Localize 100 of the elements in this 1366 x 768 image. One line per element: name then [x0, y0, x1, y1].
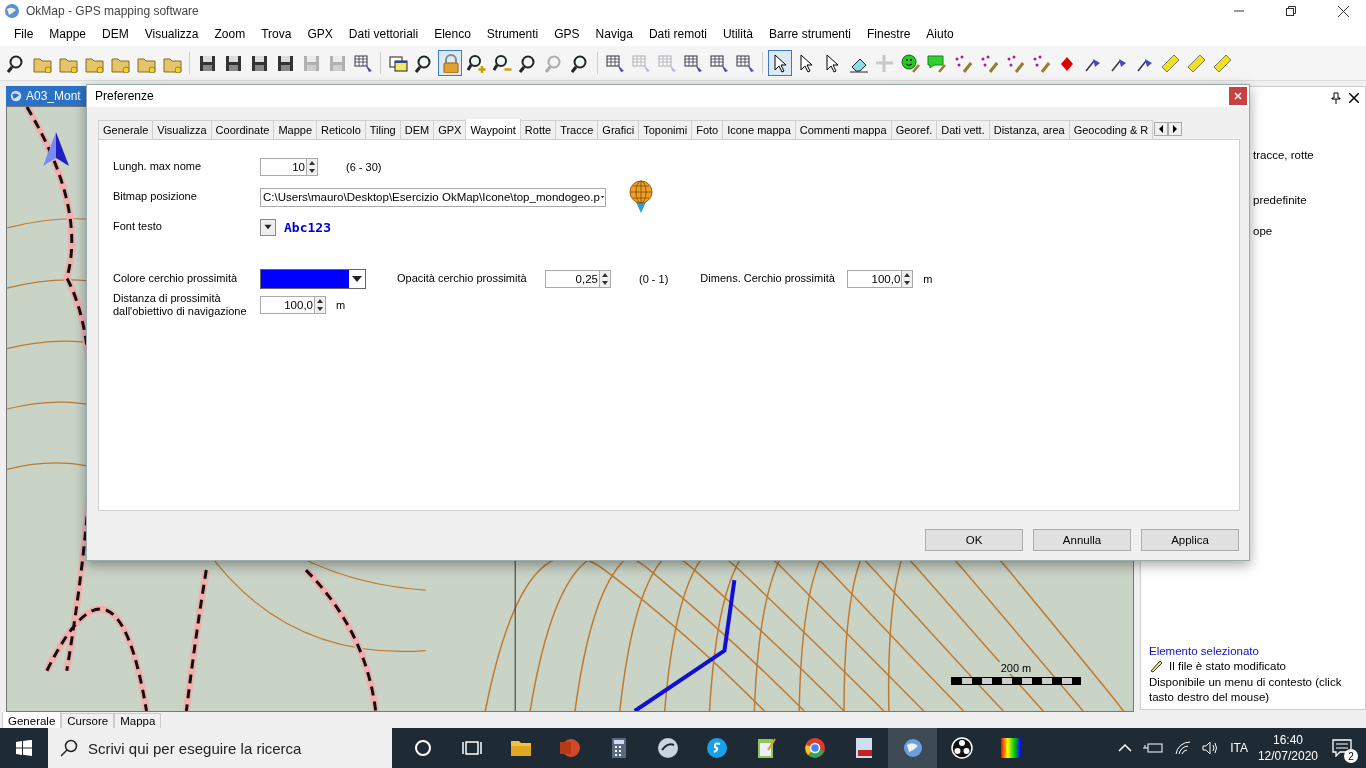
spin-up-icon[interactable]: [902, 271, 913, 279]
spin-down-icon[interactable]: [600, 279, 610, 287]
chevron-up-icon[interactable]: [1118, 743, 1133, 753]
toolbar-button[interactable]: [768, 50, 792, 76]
dialog-button[interactable]: Annulla: [1033, 529, 1131, 551]
document-tab[interactable]: A03_Mont: [6, 86, 89, 106]
status-text: Disponibile un menu di contesto (click tasto destro del mouse): [1149, 675, 1343, 705]
menu-item[interactable]: Finestre: [859, 27, 919, 41]
field-label: Distanza di prossimità dall'obiettivo di navigazione: [113, 292, 248, 319]
table-icon: [605, 53, 625, 73]
chat-bubble-icon: [704, 736, 729, 760]
tab[interactable]: Tiling: [364, 120, 401, 139]
scroll-left-button[interactable]: [1154, 122, 1169, 136]
tab[interactable]: Icone mappa: [722, 120, 796, 139]
spin-down-icon[interactable]: [902, 279, 913, 287]
menu-item[interactable]: Utilità: [714, 27, 761, 41]
field-label: Lungh. max nome: [113, 160, 203, 174]
clock-date: 12/07/2020: [1257, 748, 1318, 765]
menu-item[interactable]: GPS: [546, 27, 588, 41]
menu-item[interactable]: DEM: [94, 27, 137, 41]
notifications-button[interactable]: 2: [1328, 736, 1356, 760]
ruler-icon: [1186, 53, 1206, 73]
zoom-in-icon: [466, 53, 486, 73]
dialog-button[interactable]: Applica: [1141, 529, 1239, 551]
field-hint: m: [923, 273, 933, 285]
globe-pin-icon: [628, 180, 654, 214]
menu-item[interactable]: GPX: [299, 27, 341, 41]
restore-icon: [1286, 6, 1296, 16]
left-arrow-icon: [1158, 125, 1165, 133]
table-icon: [683, 53, 703, 73]
status-title: Elemento selezionato: [1149, 645, 1260, 658]
number-field[interactable]: 100,0: [847, 270, 902, 288]
search-icon: [60, 739, 78, 757]
tab[interactable]: Toponimi: [638, 120, 693, 139]
close-icon: [1234, 92, 1242, 100]
pin-icon[interactable]: [1331, 92, 1341, 104]
menu-item[interactable]: Strumenti: [478, 27, 547, 41]
field-hint: m: [336, 299, 346, 312]
pencil-icon: [1149, 659, 1163, 674]
menu-item[interactable]: File: [6, 27, 42, 41]
right-arrow-icon: [1172, 125, 1179, 133]
presentation-icon: [557, 736, 582, 760]
dialog-title: Preferenze: [95, 89, 154, 103]
number-field[interactable]: 100,0: [260, 296, 314, 315]
window-title: OkMap - GPS mapping software: [26, 4, 200, 18]
caret-icon: [262, 222, 274, 232]
close-icon: [1337, 5, 1349, 17]
scroll-right-button[interactable]: [1168, 122, 1183, 136]
panel-text: tracce, rotte: [1253, 149, 1315, 161]
panel-text: predefinite: [1253, 194, 1308, 206]
tab[interactable]: Mappa: [114, 713, 162, 728]
gradient-icon: [998, 736, 1023, 760]
clock-time: 16:40: [1272, 731, 1303, 748]
tab[interactable]: Geocoding & R: [1068, 120, 1154, 139]
field-label: Opacità cerchio prossimità: [397, 272, 528, 286]
color-dropdown[interactable]: [260, 269, 366, 289]
menu-item[interactable]: Visualizza: [136, 27, 207, 41]
globe-icon: [10, 90, 22, 102]
menu-item[interactable]: Trova: [253, 27, 300, 41]
spin-up-icon[interactable]: [307, 159, 317, 167]
language-indicator[interactable]: ITA: [1230, 741, 1248, 755]
close-icon[interactable]: [1349, 93, 1359, 103]
field-label: Font testo: [113, 220, 163, 234]
smiley-icon: [900, 53, 920, 73]
battery-icon[interactable]: [1142, 741, 1165, 755]
path-dropdown[interactable]: C:\Users\mauro\Desktop\Esercizio OkMap\Icone\top_mondogeo.p: [260, 187, 606, 207]
tab[interactable]: Distanza, area: [988, 120, 1070, 139]
menu-item[interactable]: Dati remoti: [640, 27, 715, 41]
menu-item[interactable]: Elenco: [426, 27, 479, 41]
number-field[interactable]: 0,25: [545, 270, 599, 288]
windows-logo-icon: [16, 740, 32, 756]
tab[interactable]: Mappe: [273, 120, 318, 139]
spin-up-icon[interactable]: [600, 271, 610, 279]
number-field[interactable]: 10: [260, 158, 306, 176]
wifi-icon[interactable]: [1174, 741, 1193, 755]
dialog-button[interactable]: OK: [925, 529, 1023, 551]
scale-bar: 200 m: [951, 662, 1081, 685]
menu-item[interactable]: Aiuto: [918, 27, 962, 41]
menu-item[interactable]: Zoom: [206, 27, 254, 41]
menu-item[interactable]: Naviga: [587, 27, 641, 41]
field-hint: (6 - 30): [346, 161, 382, 173]
font-dropdown-button[interactable]: [260, 218, 276, 236]
tab[interactable]: Cursore: [61, 713, 115, 728]
tab[interactable]: Generale: [98, 120, 154, 139]
close-button[interactable]: [1229, 87, 1247, 105]
record-icon: [949, 736, 974, 760]
browser-icon: [802, 736, 827, 760]
table-icon: [709, 53, 729, 73]
menu-item[interactable]: Dati vettoriali: [340, 27, 427, 41]
tab[interactable]: Waypoint: [465, 119, 521, 139]
spin-down-icon[interactable]: [307, 167, 317, 175]
padlock-icon: [440, 53, 460, 73]
menu-item[interactable]: Mappe: [41, 27, 95, 41]
ruler-icon: [1160, 53, 1180, 73]
field-hint: (0 - 1): [639, 273, 669, 285]
panel-text: ope: [1253, 225, 1274, 237]
taskbar-app-button[interactable]: [888, 728, 937, 768]
tab[interactable]: Commenti mappa: [794, 120, 892, 139]
search-field[interactable]: Scrivi qui per eseguire la ricerca: [48, 728, 392, 768]
menu-item[interactable]: Barre strumenti: [760, 27, 859, 41]
